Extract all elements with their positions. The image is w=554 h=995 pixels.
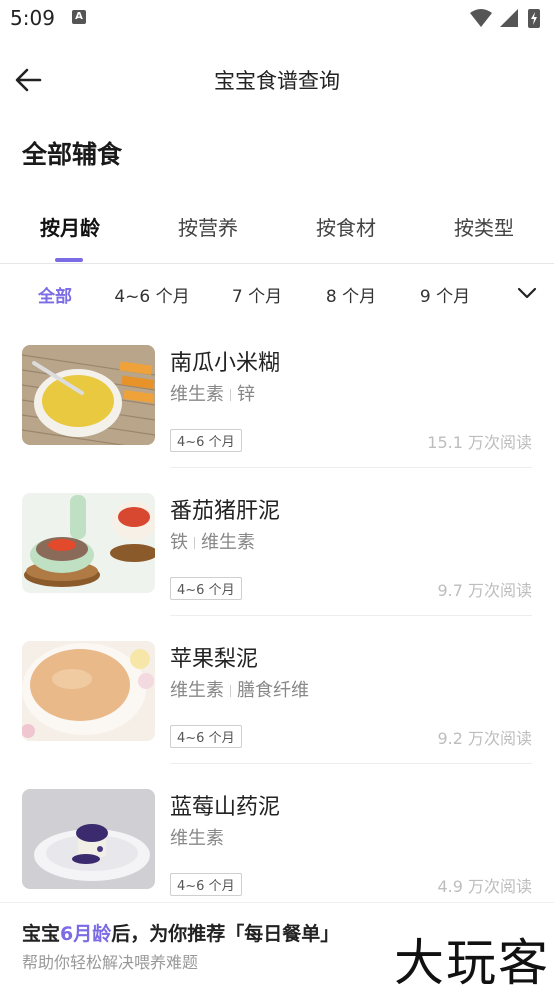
recipe-image [22,641,155,741]
recipe-name: 南瓜小米糊 [170,351,281,376]
recipe-tags: 维生素 膳食纤维 [170,676,309,702]
tag-separator [230,389,231,401]
signal-battery-icons [470,9,540,28]
status-time: 5:09 [10,6,55,30]
banner-suffix: 后，为你推荐「每日餐单」 [111,923,340,945]
recipe-tags: 铁维生素 [170,528,255,554]
recipe-views: 9.2 万次阅读 [437,729,532,748]
age-filter-7[interactable]: 7 个月 [232,282,282,307]
recipe-tag: 维生素 [201,532,255,553]
tab-by-age[interactable]: 按月龄 [40,212,100,241]
tabs-divider [0,263,554,264]
app-bar: 宝宝食谱查询 [0,50,554,110]
recipe-views: 9.7 万次阅读 [437,581,532,600]
row-divider [170,763,532,764]
status-bar: 5:09 A [0,0,554,40]
tomato-liver-puree-image [22,493,155,593]
recipe-age-badge: 4~6 个月 [170,429,242,452]
apple-pear-puree-image [22,641,155,741]
recipe-views: 15.1 万次阅读 [427,433,532,452]
banner-subtitle: 帮助你轻松解决喂养难题 [22,953,199,972]
age-filter-bar: 全部 4~6 个月 7 个月 8 个月 9 个月 [0,270,554,314]
age-filter-9[interactable]: 9 个月 [420,282,470,307]
section-title: 全部辅食 [22,140,123,169]
row-divider [170,615,532,616]
banner-highlight: 6月龄 [60,923,112,945]
watermark-logo: 大玩客 [394,934,550,992]
recipe-image [22,493,155,593]
tag-separator [194,537,195,549]
row-divider [170,467,532,468]
age-filter-4-6[interactable]: 4~6 个月 [114,282,189,307]
blueberry-yam-puree-image [22,789,155,889]
recipe-views: 4.9 万次阅读 [437,877,532,896]
recipe-age-badge: 4~6 个月 [170,725,242,748]
recipe-image [22,789,155,889]
tag-separator [230,685,231,697]
recipe-tags: 维生素锌 [170,380,255,406]
recipe-image [22,345,155,445]
status-icons [468,7,544,33]
recipe-tag: 锌 [237,384,255,405]
recipe-tag: 维生素 [170,384,224,405]
expand-filters-button[interactable] [516,282,538,304]
tab-by-type[interactable]: 按类型 [454,212,514,241]
recipe-name: 蓝莓山药泥 [170,795,281,820]
age-filter-all[interactable]: 全部 [38,282,72,307]
recipe-age-badge: 4~6 个月 [170,873,242,896]
recipe-tags: 维生素 [170,824,224,850]
recipe-item[interactable]: 番茄猪肝泥 铁维生素 4~6 个月 9.7 万次阅读 [0,478,554,626]
recipe-name: 番茄猪肝泥 [170,499,281,524]
daily-menu-banner[interactable]: 宝宝6月龄后，为你推荐「每日餐单」 帮助你轻松解决喂养难题 大玩客 [0,902,554,992]
age-filter-8[interactable]: 8 个月 [326,282,376,307]
banner-headline: 宝宝6月龄后，为你推荐「每日餐单」 [22,919,339,946]
notification-icon: A [72,10,86,24]
recipe-name: 苹果梨泥 [170,647,259,672]
recipe-item[interactable]: 南瓜小米糊 维生素锌 4~6 个月 15.1 万次阅读 [0,330,554,478]
tab-by-ingredient[interactable]: 按食材 [316,212,376,241]
recipe-tag: 维生素 [170,828,224,849]
tab-by-nutrition[interactable]: 按营养 [178,212,238,241]
page-title: 宝宝食谱查询 [214,69,340,93]
recipe-item[interactable]: 苹果梨泥 维生素 膳食纤维 4~6 个月 9.2 万次阅读 [0,626,554,774]
recipe-item[interactable]: 蓝莓山药泥 维生素 4~6 个月 4.9 万次阅读 [0,774,554,922]
recipe-tag: 铁 [170,532,188,553]
tab-indicator [55,258,83,262]
banner-prefix: 宝宝 [22,923,61,945]
recipe-age-badge: 4~6 个月 [170,577,242,600]
category-tabs: 按月龄 按营养 按食材 按类型 [0,200,554,264]
recipe-tag: 维生素 [170,680,224,701]
recipe-tag: 膳食纤维 [237,680,309,701]
chevron-down-icon [517,287,537,299]
pumpkin-millet-porridge-image [22,345,155,445]
